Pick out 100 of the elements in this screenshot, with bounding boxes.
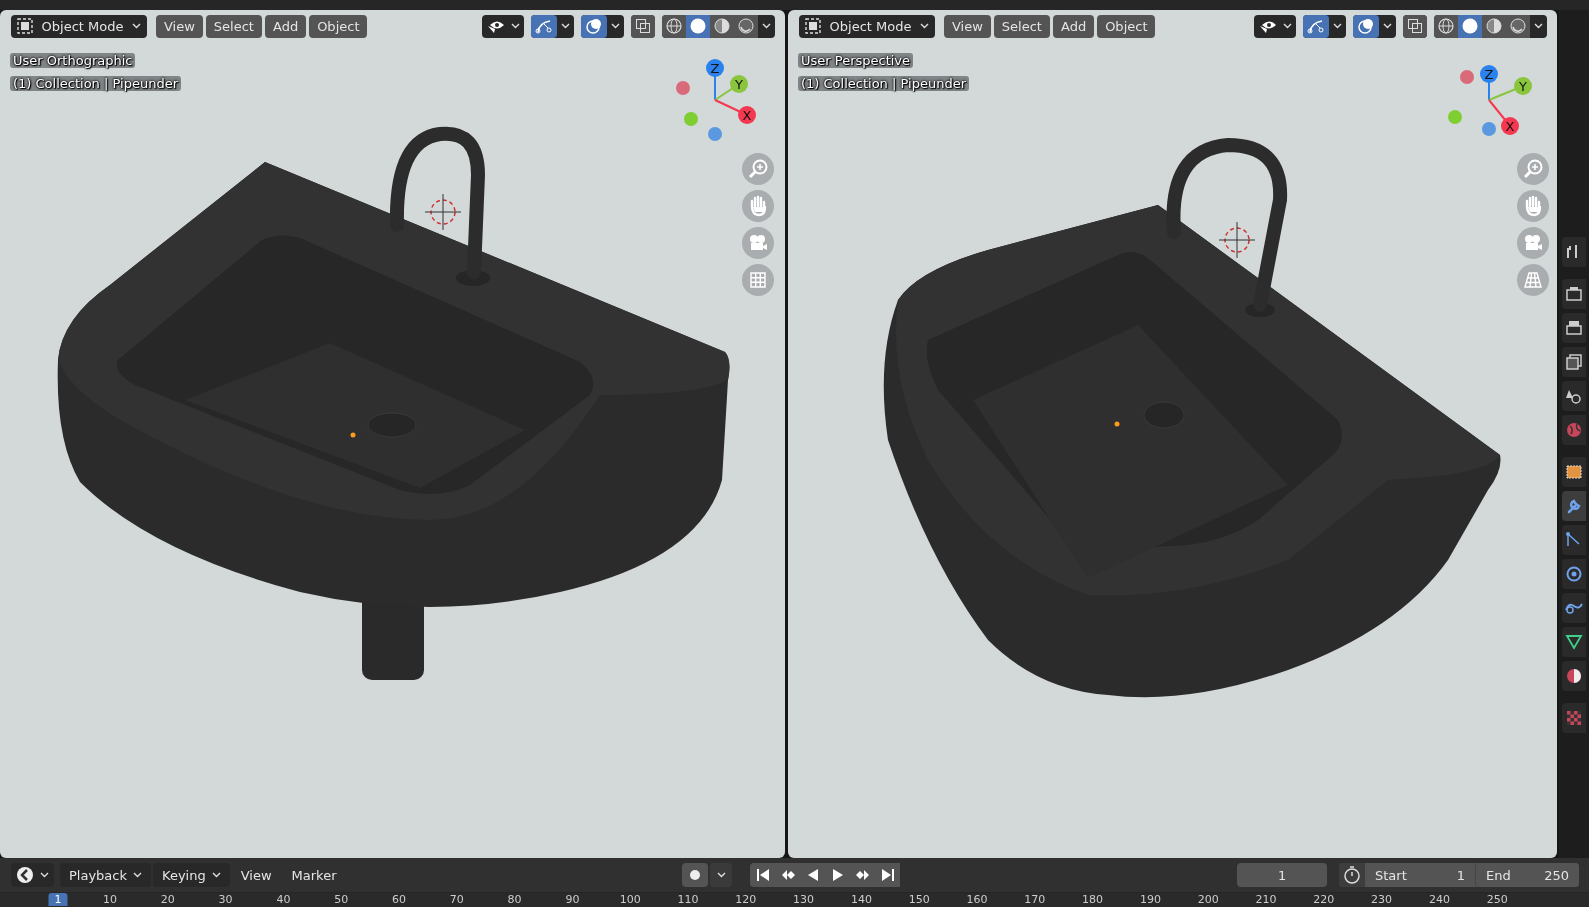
caret-icon [1383,23,1392,29]
half-shaded-sphere-icon [1486,18,1502,34]
negative-axis-handle[interactable] [676,81,690,95]
frame-number: 240 [1427,893,1451,906]
properties-tab[interactable] [1562,661,1586,691]
overlay-toggle[interactable] [1353,14,1379,38]
mode-dropdown[interactable]: Object Mode [11,14,147,38]
record-icon [689,869,702,881]
properties-tab[interactable] [1562,347,1586,377]
jump-start-button[interactable] [750,863,776,887]
frame-number: 220 [1312,893,1336,906]
shading-button[interactable] [1434,14,1458,38]
shading-button[interactable] [1482,14,1506,38]
shading-button[interactable] [1506,14,1530,38]
z-axis-handle[interactable]: Z [706,59,724,101]
frame-number: 1 [48,893,68,906]
gizmo-toggle[interactable] [1303,14,1329,38]
xray-toggle[interactable] [1403,14,1427,38]
negative-axis-handle[interactable] [1460,70,1474,84]
frame-number: 140 [849,893,873,906]
play-icon [830,868,845,882]
jump-start-icon [755,868,770,882]
menu-button[interactable]: View [944,14,991,38]
gizmo-toggle[interactable] [531,14,557,38]
visibility-dropdown[interactable] [1254,14,1296,38]
3d-cursor-icon [424,193,462,231]
caret-icon [561,23,570,29]
caret-icon [1333,23,1342,29]
properties-tab[interactable] [1562,559,1586,589]
properties-tab[interactable] [1562,313,1586,343]
caret-icon [920,23,929,29]
menu-button[interactable]: Add [1052,14,1095,38]
caret-icon [132,23,141,29]
dropdown-button[interactable] [710,863,733,887]
caret-icon [762,23,771,29]
shading-button[interactable] [710,14,734,38]
caret-icon [511,23,520,29]
negative-axis-handle[interactable] [684,112,698,126]
y-axis-handle[interactable]: Y [1488,77,1532,101]
shading-button[interactable] [686,14,710,38]
frame-number: 60 [391,893,407,906]
overlay-toggle[interactable] [581,14,607,38]
menu-button[interactable]: Select [993,14,1050,38]
orbit-icon [1564,564,1584,584]
y-axis-handle[interactable]: Y [714,75,748,101]
frame-number: 30 [217,893,234,906]
stopwatch-icon[interactable] [1339,863,1365,887]
properties-tab[interactable] [1562,593,1586,623]
negative-axis-handle[interactable] [708,127,722,141]
menu-button[interactable]: Add [264,14,307,38]
editor-type-dropdown[interactable] [11,863,54,887]
current-frame-field[interactable]: 1 [1237,863,1327,887]
frame-number: 90 [564,893,581,906]
view-name: User Orthographic [10,53,136,68]
camera-back-icon [1564,284,1584,304]
shading-button[interactable] [734,14,758,38]
shaded-sphere-icon [1510,18,1526,34]
properties-tab[interactable] [1562,457,1586,487]
menu-dropdown[interactable]: Keying [153,863,230,887]
properties-tab[interactable] [1562,627,1586,657]
menu-button[interactable]: View [156,14,203,38]
x-axis-handle[interactable]: X [1488,99,1519,135]
menu-button[interactable]: Marker [282,863,346,887]
overlapping-circles-icon [585,18,603,34]
negative-axis-handle[interactable] [1482,122,1496,136]
menu-button[interactable]: Object [309,14,368,38]
menu-dropdown[interactable]: Playback [60,863,151,887]
frame-number: 20 [159,893,176,906]
menu-button[interactable]: View [231,863,281,887]
jump-end-button[interactable] [875,863,901,887]
shading-button[interactable] [1458,14,1482,38]
previous-keyframe-icon [780,868,795,882]
3d-cursor-icon [1218,221,1256,259]
auto-keying-toggle[interactable] [682,863,709,887]
negative-axis-handle[interactable] [1448,110,1462,124]
frame-number: 80 [506,893,523,906]
properties-tab[interactable] [1562,381,1586,411]
frame-number: 230 [1370,893,1394,906]
square-icon [1564,462,1584,482]
end-frame-field[interactable]: End 250 [1475,863,1579,887]
properties-tab[interactable] [1562,279,1586,309]
collection-label: (1) Collection | Pipeunder [10,76,181,91]
printer-icon [1564,318,1584,338]
x-axis-handle[interactable]: X [714,99,756,124]
wireframe-sphere-icon [1438,18,1454,34]
object-mode-icon [17,18,33,34]
mode-dropdown[interactable]: Object Mode [799,14,935,38]
xray-toggle[interactable] [631,14,655,38]
shading-button[interactable] [662,14,686,38]
frame-number: 210 [1254,893,1278,906]
menu-button[interactable]: Object [1097,14,1156,38]
menu-button[interactable]: Select [205,14,262,38]
properties-tab[interactable] [1562,237,1586,267]
overlapping-squares-icon [635,18,651,34]
frame-number: 250 [1485,893,1509,906]
collection-label: (1) Collection | Pipeunder [798,76,969,91]
layers-icon [1564,352,1584,372]
visibility-dropdown[interactable] [482,14,524,38]
curve-arrow-icon [1307,18,1325,34]
frame-number: 170 [1023,893,1047,906]
